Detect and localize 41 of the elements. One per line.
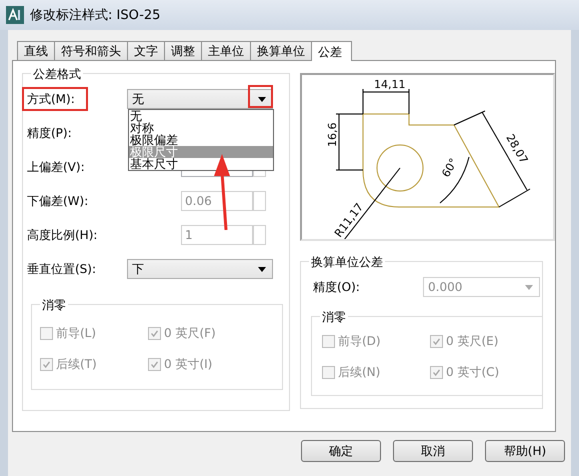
dropdown-option[interactable]: 无 [129, 110, 273, 122]
dropdown-option[interactable]: 极限偏差 [129, 134, 273, 146]
field-label: 垂直位置(S): [27, 262, 96, 276]
highlight-box [22, 87, 88, 111]
vertical-position-dropdown[interactable]: 下 [127, 259, 273, 279]
dropdown-arrow-icon [258, 266, 266, 272]
group-title: 换算单位公差 [309, 254, 385, 271]
checkbox-label: 后续(N) [338, 364, 380, 381]
field-label: 精度(O): [313, 280, 360, 294]
dialog-button[interactable]: 取消 [393, 440, 473, 462]
highlight-box [248, 85, 273, 108]
tab[interactable]: 符号和箭头 [54, 41, 128, 60]
checkbox-label: 0 英寸(C) [446, 364, 500, 381]
tab[interactable]: 直线 [17, 41, 55, 60]
dialog-button[interactable]: 确定 [301, 440, 381, 462]
tab[interactable]: 主单位 [201, 41, 251, 60]
dropdown-option[interactable]: 基本尺寸 [129, 158, 273, 170]
tab[interactable]: 文字 [127, 41, 165, 60]
checkbox-label: 0 英寸(I) [164, 356, 212, 373]
dropdown-arrow-icon [525, 284, 533, 290]
group-title: 消零 [40, 297, 68, 314]
group-title: 公差格式 [31, 66, 83, 83]
field-label: 方式(M): [27, 92, 75, 106]
checkbox-label: 前导(L) [56, 325, 96, 342]
checkbox-label: 后续(T) [56, 356, 97, 373]
field-label: 上偏差(V): [27, 160, 85, 174]
field-label: 下偏差(W): [27, 194, 88, 208]
tab[interactable]: 换算单位 [250, 41, 312, 60]
tab[interactable]: 调整 [164, 41, 202, 60]
field-label: 高度比例(H): [27, 228, 98, 242]
tab[interactable]: 公差 [311, 41, 352, 61]
dropdown-option[interactable]: 对称 [129, 122, 273, 134]
dialog-button[interactable]: 帮助(H) [485, 440, 565, 462]
dropdown-arrow-icon [258, 96, 266, 102]
checkbox-label: 0 英尺(F) [164, 325, 216, 342]
group-title: 消零 [320, 309, 348, 326]
checkbox-label: 前导(D) [338, 333, 381, 350]
window-title: 修改标注样式: ISO-25 [30, 7, 160, 24]
app-icon [6, 6, 24, 24]
field-label: 精度(P): [27, 126, 72, 140]
checkbox-label: 0 英尺(E) [446, 333, 498, 350]
